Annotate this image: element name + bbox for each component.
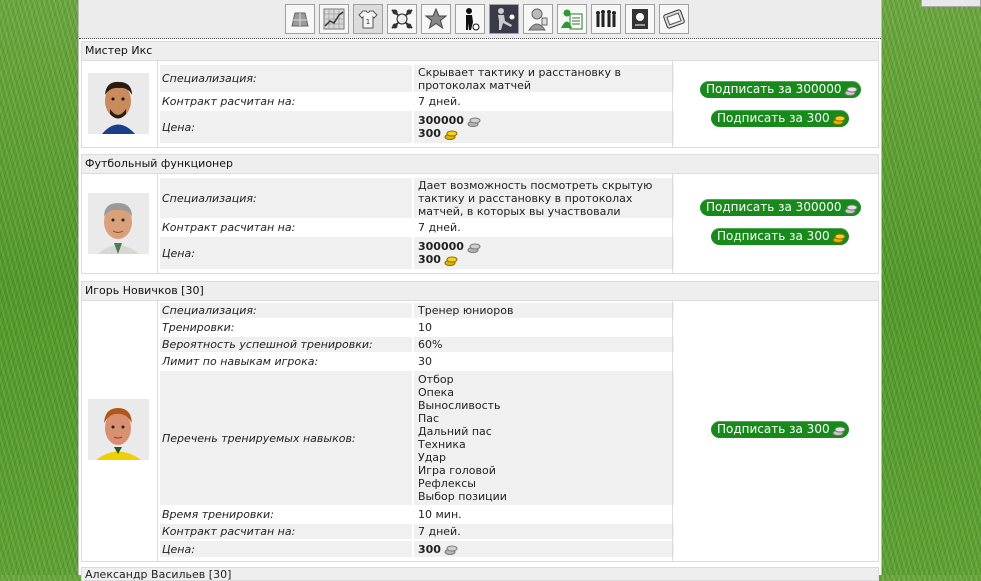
sign-silver-button[interactable]: Подписать за 300000 — [700, 81, 861, 98]
gold-coin-icon — [444, 256, 458, 266]
staff-portrait — [88, 193, 149, 254]
staff-portrait — [88, 399, 149, 460]
sign-silver-button[interactable]: Подписать за 300 — [711, 421, 849, 438]
price-row: Цена: 300000 300 — [160, 111, 674, 143]
gold-coin-icon — [832, 115, 846, 125]
staff-name: Мистер Икс — [81, 41, 879, 61]
trainings-row: Тренировки: 10 — [162, 321, 432, 334]
card-icon[interactable] — [625, 4, 655, 34]
skill-item: Дальний пас — [418, 425, 492, 438]
staff-name-next: Александр Васильев [30] — [81, 567, 879, 581]
staff-portrait — [88, 73, 149, 134]
toolbar: 1 — [79, 0, 881, 39]
sign-gold-button[interactable]: Подписать за 300 — [711, 228, 849, 245]
staff-market-panel: 1 Мистер Икс Специализация: Скрывает так… — [78, 0, 882, 581]
contract-row: Контракт расчитан на: 7 дней. — [160, 524, 674, 539]
silver-coin-icon — [467, 117, 481, 127]
silver-coin-icon — [844, 86, 857, 96]
staff-card-functionary: Футбольный функционер Специализация: Дае… — [81, 154, 879, 274]
skill-item: Опека — [418, 386, 455, 399]
skill-item: Выбор позиции — [418, 490, 507, 503]
skill-item: Пас — [418, 412, 440, 425]
sign-gold-button[interactable]: Подписать за 300 — [711, 110, 849, 127]
gold-coin-icon — [444, 130, 458, 140]
star-icon[interactable] — [421, 4, 451, 34]
skills-list: Отбор Опека Выносливость Пас Дальний пас… — [414, 371, 674, 505]
skill-item: Удар — [418, 451, 447, 464]
contract-row: Контракт расчитан на: 7 дней. — [162, 95, 461, 108]
svg-text:1: 1 — [366, 18, 370, 26]
success-rate-row: Вероятность успешной тренировки: 60% — [160, 337, 674, 352]
kick-icon[interactable] — [489, 4, 519, 34]
staff-name: Игорь Новичков [30] — [81, 281, 879, 301]
skill-item: Рефлексы — [418, 477, 476, 490]
silver-coin-icon — [444, 545, 458, 555]
silver-coin-icon — [832, 426, 846, 436]
contract-row: Контракт расчитан на: 7 дней. — [162, 221, 461, 234]
team-icon[interactable] — [591, 4, 621, 34]
referee-icon[interactable] — [523, 4, 553, 34]
skill-item: Техника — [418, 438, 466, 451]
skills-row: Перечень тренируемых навыков: Отбор Опек… — [160, 371, 674, 505]
skill-item: Отбор — [418, 373, 454, 386]
training-time-row: Время тренировки: 10 мин. — [162, 508, 462, 521]
clipboard-icon[interactable] — [557, 4, 587, 34]
chart-icon[interactable] — [319, 4, 349, 34]
price-row: Цена: 300 — [160, 541, 674, 557]
monitor-icon[interactable] — [659, 4, 689, 34]
skill-limit-row: Лимит по навыкам игрока: 30 — [162, 355, 432, 368]
staff-card-mister-x: Мистер Икс Специализация: Скрывает такти… — [81, 41, 879, 148]
sign-silver-button[interactable]: Подписать за 300000 — [700, 199, 861, 216]
price-row: Цена: 300000 300 — [160, 237, 674, 269]
emblem-icon[interactable] — [387, 4, 417, 34]
gold-coin-icon — [832, 233, 846, 243]
corner-panel — [921, 0, 981, 7]
silver-coin-icon — [844, 204, 857, 214]
shirt-icon[interactable]: 1 — [353, 4, 383, 34]
player-icon[interactable] — [455, 4, 485, 34]
staff-name: Футбольный функционер — [81, 154, 879, 174]
staff-card-youth-coach: Игорь Новичков [30] Специализация: Трене… — [81, 281, 879, 562]
silver-coin-icon — [467, 243, 481, 253]
specialization-row: Специализация: Тренер юниоров — [160, 303, 674, 318]
skill-item: Игра головой — [418, 464, 496, 477]
specialization-row: Специализация: Скрывает тактику и расста… — [160, 65, 674, 92]
field-icon[interactable] — [285, 4, 315, 34]
specialization-row: Специализация: Дает возможность посмотре… — [160, 178, 674, 218]
skill-item: Выносливость — [418, 399, 501, 412]
